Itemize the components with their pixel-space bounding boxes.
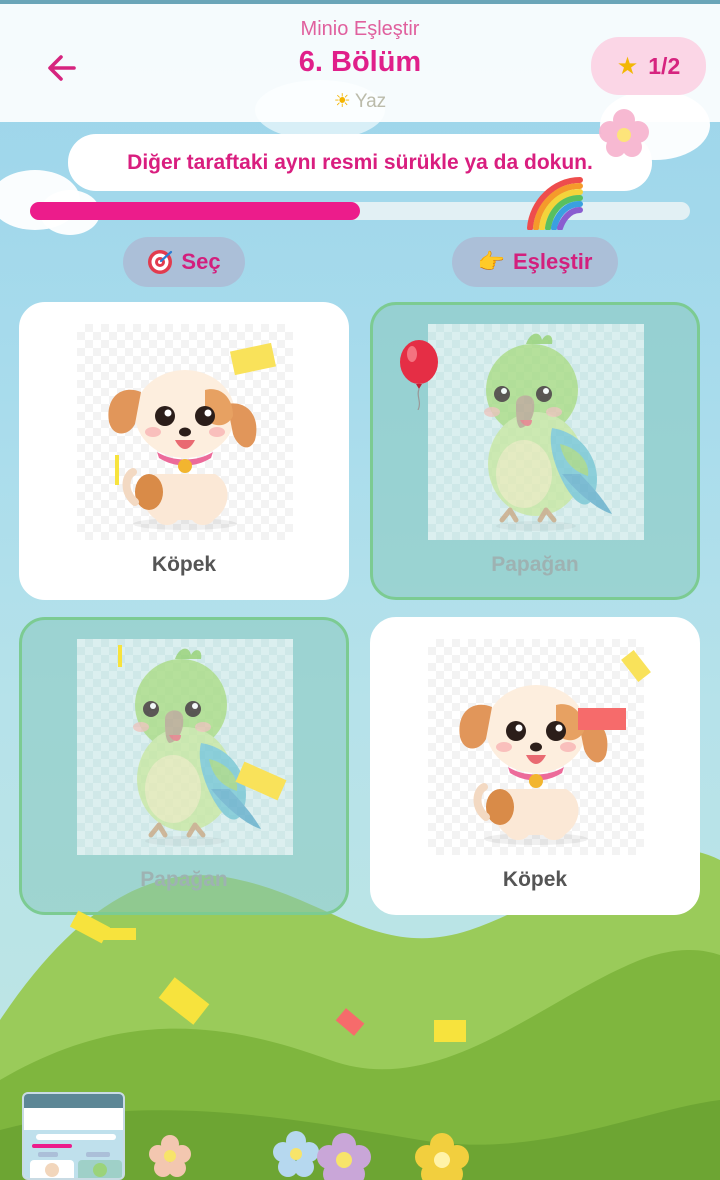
match-card-dog[interactable]: Köpek <box>19 302 349 600</box>
match-card-dog[interactable]: Köpek <box>370 617 700 915</box>
parrot-image <box>428 324 644 540</box>
parrot-image <box>77 639 293 855</box>
parrot-icon <box>133 648 261 846</box>
card-label: Papağan <box>140 868 228 891</box>
star-icon: ★ <box>616 52 639 80</box>
header: Minio Eşleştir 6. Bölüm ☀ Yaz ★ 1/2 <box>0 4 720 122</box>
confetti <box>115 455 119 485</box>
parrot-icon <box>484 333 612 531</box>
target-icon <box>148 250 173 274</box>
confetti <box>335 1008 365 1036</box>
screenshot-thumbnail[interactable] <box>22 1092 125 1180</box>
balloon-decoration <box>400 340 438 410</box>
score-badge: ★ 1/2 <box>591 37 706 95</box>
season-text: Yaz <box>354 91 387 112</box>
confetti <box>158 977 210 1025</box>
select-pill-label: Seç <box>181 249 221 274</box>
instruction-text: Diğer taraftaki aynı resmi sürükle ya da… <box>127 150 593 174</box>
select-pill: Seç <box>123 237 245 287</box>
card-label: Papağan <box>491 553 579 576</box>
score-text: 1/2 <box>648 52 681 79</box>
confetti <box>118 645 122 667</box>
sun-icon: ☀ <box>333 91 351 112</box>
confetti <box>578 708 626 730</box>
match-pill: 👉 Eşleştir <box>452 237 618 287</box>
card-label: Köpek <box>502 868 568 891</box>
dog-image <box>428 639 644 855</box>
rainbow-decoration <box>527 177 583 230</box>
dog-icon <box>459 685 608 845</box>
progress-fill <box>30 202 360 220</box>
match-card-parrot[interactable]: Papağan <box>19 617 349 915</box>
confetti <box>100 928 136 940</box>
match-pill-label: Eşleştir <box>512 249 593 274</box>
confetti <box>434 1020 466 1042</box>
card-label: Köpek <box>151 553 217 576</box>
thumbnail-preview <box>24 1094 123 1178</box>
flowers-decoration <box>149 1131 469 1180</box>
pointing-hand-icon: 👉 <box>477 249 505 274</box>
flower-decoration <box>599 109 649 157</box>
